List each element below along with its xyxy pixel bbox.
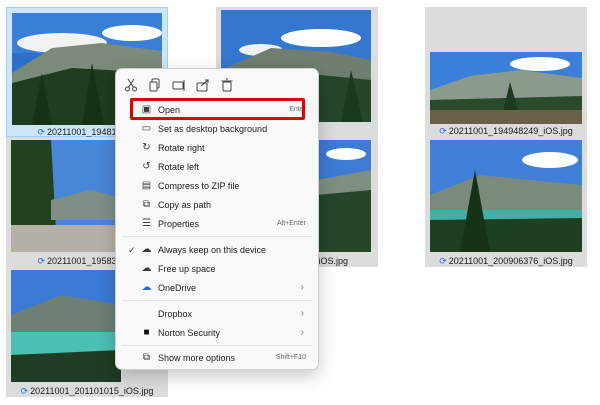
rotate-left-icon: ↺ — [142, 161, 151, 172]
file-caption: ⟳ 20211001_194948249_iOS.jpg — [439, 126, 573, 136]
copy-icon[interactable] — [148, 78, 162, 92]
cloud-sync-icon: ☁ — [141, 244, 152, 255]
chevron-right-icon: › — [300, 308, 304, 319]
menu-separator — [122, 300, 312, 301]
menu-item-rotate-left[interactable]: ↺ Rotate left — [122, 158, 312, 176]
file-tile[interactable]: ⟳ 20211001_200906376_iOS.jpg — [425, 137, 587, 267]
menu-item-free-up-space[interactable]: ☁ Free up space — [122, 260, 312, 278]
menu-item-compress-zip[interactable]: ▤ Compress to ZIP file — [122, 177, 312, 195]
sync-icon: ⟳ — [20, 386, 29, 396]
norton-icon: ■ — [143, 327, 150, 338]
more-options-icon: ⧉ — [142, 352, 151, 363]
file-caption: ⟳ 20211001_201101015_iOS.jpg — [20, 386, 154, 396]
sync-icon: ⟳ — [439, 256, 447, 266]
menu-item-norton-security[interactable]: ■ Norton Security › — [122, 324, 312, 342]
file-tile[interactable]: ⟳ 20211001_194948249_iOS.jpg — [425, 7, 587, 137]
file-thumbnail — [316, 140, 371, 252]
zip-icon: ▤ — [141, 180, 152, 191]
file-caption: ⟳ 20211001_200906376_iOS.jpg — [439, 256, 573, 266]
sync-icon: ⟳ — [37, 127, 46, 137]
rotate-right-icon: ↻ — [142, 142, 151, 153]
check-icon: ✓ — [128, 245, 136, 255]
menu-item-always-keep[interactable]: ✓ ☁ Always keep on this device — [122, 241, 312, 259]
rename-icon[interactable] — [172, 78, 186, 92]
menu-item-onedrive[interactable]: ☁ OneDrive › — [122, 279, 312, 297]
file-thumbnail — [430, 52, 582, 124]
menu-separator — [122, 345, 312, 346]
properties-icon: ☰ — [142, 218, 151, 229]
sync-icon: ⟳ — [439, 126, 447, 136]
landscape-photo — [430, 140, 582, 252]
menu-item-desktop-background[interactable]: ▭ Set as desktop background — [122, 120, 312, 138]
menu-item-show-more-options[interactable]: ⧉ Show more options Shift+F10 — [122, 349, 312, 367]
delete-icon[interactable] — [220, 78, 234, 92]
desktop-icon: ▭ — [141, 123, 152, 134]
landscape-photo — [316, 140, 371, 252]
sync-icon: ⟳ — [37, 256, 46, 266]
share-icon[interactable] — [196, 78, 210, 92]
cut-icon[interactable] — [124, 78, 138, 92]
menu-separator — [122, 236, 312, 237]
menu-item-dropbox[interactable]: Dropbox › — [122, 305, 312, 323]
open-highlight-box — [130, 98, 305, 120]
chevron-right-icon: › — [300, 282, 304, 293]
file-thumbnail — [430, 140, 582, 252]
landscape-photo — [11, 270, 121, 382]
copy-path-icon: ⧉ — [142, 199, 151, 210]
chevron-right-icon: › — [300, 327, 304, 338]
file-thumbnail — [11, 270, 121, 382]
cloud-icon: ☁ — [141, 263, 152, 274]
menu-item-properties[interactable]: ☰ Properties Alt+Enter — [122, 215, 312, 233]
file-thumbnail — [11, 140, 121, 252]
onedrive-icon: ☁ — [141, 282, 152, 293]
menu-item-rotate-right[interactable]: ↻ Rotate right — [122, 139, 312, 157]
landscape-photo — [11, 140, 121, 252]
landscape-photo — [430, 52, 582, 124]
menu-item-copy-path[interactable]: ⧉ Copy as path — [122, 196, 312, 214]
